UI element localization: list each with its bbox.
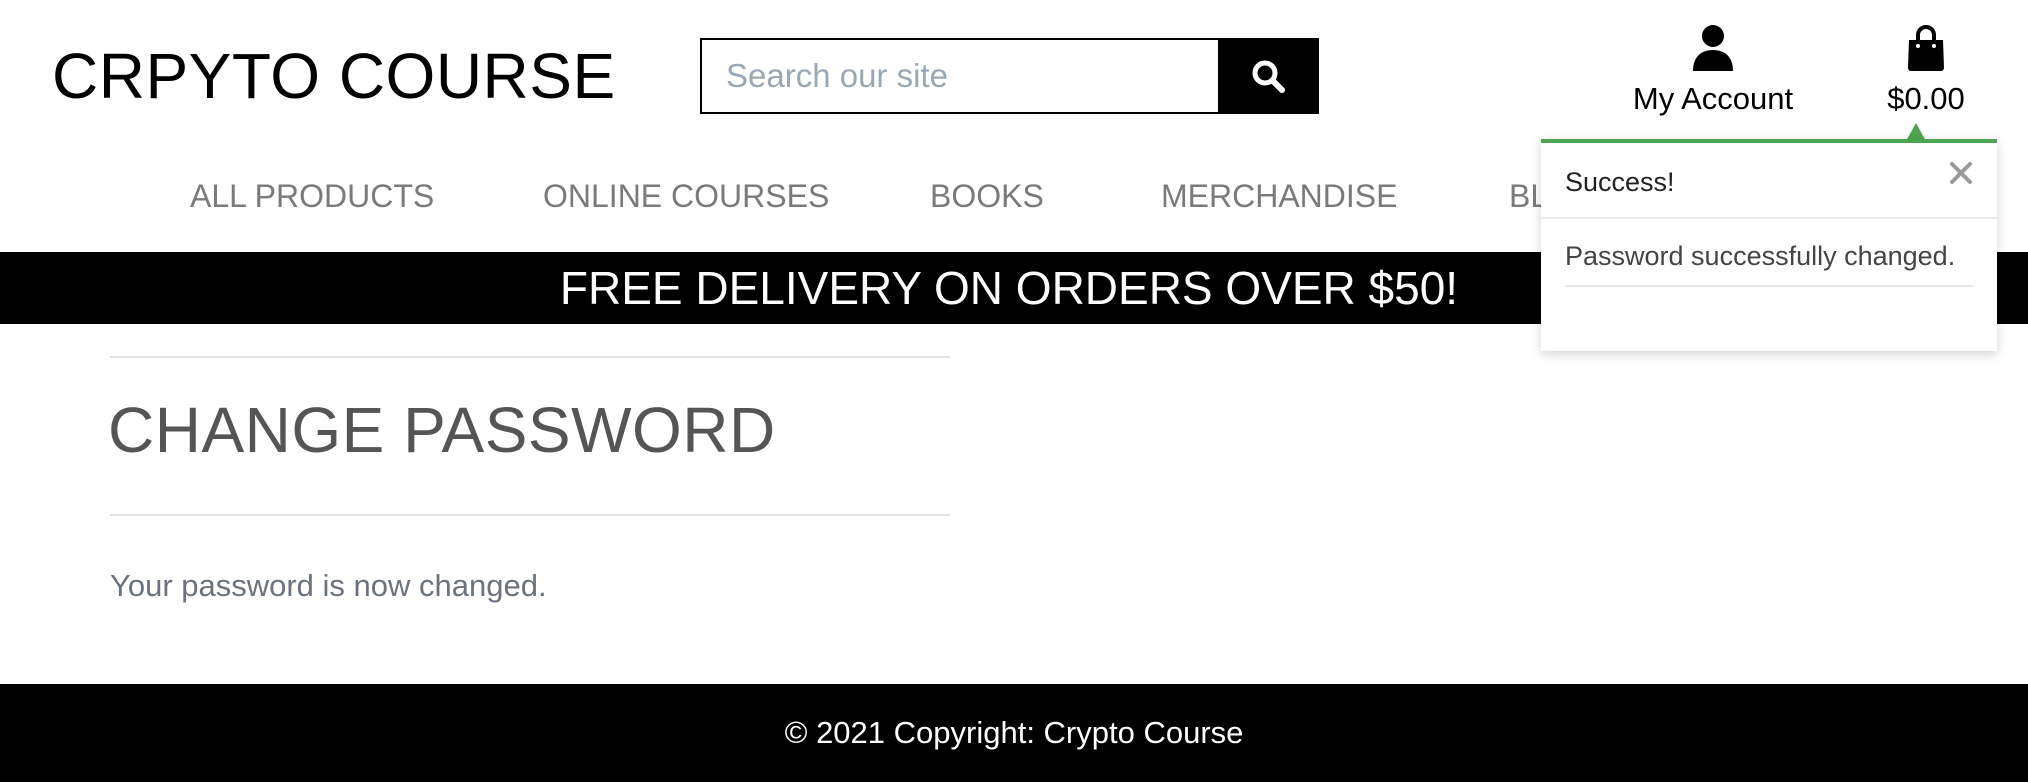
toast-header: Success! (1541, 143, 1997, 219)
site-logo[interactable]: CRPYTO COURSE (52, 40, 616, 112)
my-account-link[interactable]: My Account (1620, 24, 1806, 118)
page-title: CHANGE PASSWORD (108, 394, 776, 466)
search-input[interactable] (702, 40, 1218, 112)
password-changed-message: Your password is now changed. (110, 568, 547, 603)
nav-item-online-courses[interactable]: ONLINE COURSES (543, 170, 829, 222)
nav-item-all-products[interactable]: ALL PRODUCTS (190, 170, 434, 222)
my-account-label: My Account (1632, 81, 1794, 116)
delivery-banner-text: FREE DELIVERY ON ORDERS OVER $50! (559, 262, 1459, 314)
search-icon (1252, 60, 1285, 93)
toast-message: Password successfully changed. (1565, 239, 1973, 287)
toast-body: Password successfully changed. (1541, 239, 1997, 287)
divider-bottom (110, 514, 950, 516)
cart-total: $0.00 (1887, 81, 1965, 116)
shopping-bag-icon (1908, 25, 1944, 71)
search-form (700, 38, 1319, 114)
close-icon[interactable] (1947, 159, 1975, 187)
nav-item-books[interactable]: BOOKS (930, 170, 1044, 222)
divider-top (110, 356, 950, 358)
nav-item-merchandise[interactable]: MERCHANDISE (1161, 170, 1397, 222)
user-icon (1693, 25, 1733, 71)
success-toast: Success! Password successfully changed. (1541, 139, 1997, 351)
search-button[interactable] (1218, 40, 1317, 112)
footer: © 2021 Copyright: Crypto Course (0, 684, 2028, 782)
toast-title: Success! (1565, 167, 1675, 197)
copyright-text: © 2021 Copyright: Crypto Course (784, 715, 1244, 750)
cart-link[interactable]: $0.00 (1876, 24, 1976, 118)
